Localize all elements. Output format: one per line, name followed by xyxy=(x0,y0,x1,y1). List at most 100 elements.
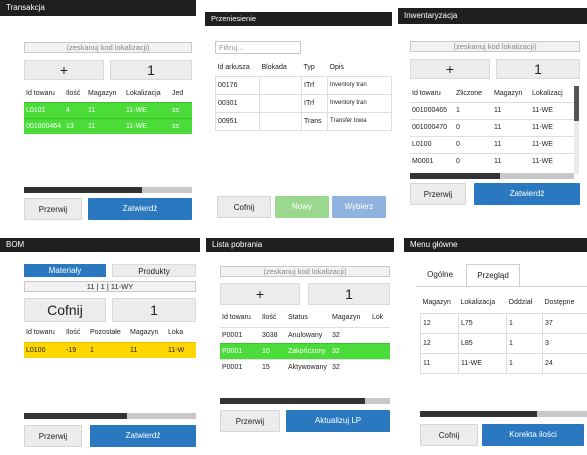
quantity-display[interactable]: 1 xyxy=(308,283,390,305)
bom-table: Id towaru Ilość Pozostałe Magazyn Loka L… xyxy=(24,324,196,358)
pick-list-table: Id towaru Ilość Status Magazyn Lok P0001… xyxy=(220,309,390,375)
tab-review[interactable]: Przegląd xyxy=(466,264,520,286)
panel-title: Menu główne xyxy=(404,238,587,252)
filter-input[interactable]: Filtruj... xyxy=(215,41,301,54)
tab-materials[interactable]: Materiały xyxy=(24,264,106,277)
progress-bar[interactable] xyxy=(24,187,192,193)
table-row[interactable]: L0100 -19 1 11 11-W xyxy=(24,341,196,358)
back-button[interactable]: Cofnij xyxy=(420,424,478,446)
table-row[interactable]: 11 11-WE 1 24 xyxy=(420,352,587,374)
column-header: Id towaru xyxy=(412,90,441,98)
bom-panel: BOM Materiały Produkty 11 | 1 | 11-WY Co… xyxy=(0,238,200,455)
progress-fill xyxy=(24,187,142,193)
column-header: Ilość xyxy=(262,314,277,322)
column-header: Id arkusza xyxy=(215,60,260,77)
column-header: Oddział xyxy=(506,293,543,314)
progress-bar[interactable] xyxy=(24,413,196,419)
tab-products[interactable]: Produkty xyxy=(112,264,196,277)
cancel-button[interactable]: Przerwij xyxy=(410,183,466,205)
menu-glowne-panel: Menu główne Ogólne Przegląd Magazyn Loka… xyxy=(404,238,587,455)
add-button[interactable]: + xyxy=(410,59,490,79)
panel-title: Lista pobrania xyxy=(206,238,394,252)
table-header: Id towaru Ilość Pozostałe Magazyn Loka xyxy=(24,324,196,342)
column-header: Magazyn xyxy=(88,90,117,98)
sheets-table: Id arkusza Blokada Typ Opis 00176 ITrf I… xyxy=(215,60,392,131)
panel-title: Przeniesienie xyxy=(205,12,392,26)
column-header: Magazyn xyxy=(130,329,159,337)
column-header: Blokada xyxy=(259,60,302,77)
table-row[interactable]: P0001 3038 Anulowany 32 xyxy=(220,326,390,343)
confirm-button[interactable]: Zatwierdź xyxy=(474,183,580,205)
location-scan-field[interactable]: (zeskanuj kod lokalizacji) xyxy=(24,42,192,53)
column-header: Dostępne xyxy=(542,293,587,314)
cancel-button[interactable]: Przerwij xyxy=(24,425,82,447)
add-button[interactable]: + xyxy=(220,283,300,305)
table-header: Id towaru Ilość Magazyn Lokalizacja Jed xyxy=(24,86,192,102)
column-header: Opis xyxy=(327,60,392,77)
progress-bar[interactable] xyxy=(220,398,390,404)
location-scan-field[interactable]: (zeskanuj kod lokalizacji) xyxy=(220,266,390,277)
add-button[interactable]: + xyxy=(24,60,104,80)
column-header: Lok xyxy=(372,314,384,322)
column-header: Lokalizacja xyxy=(458,293,507,314)
column-header: Lokalizacj xyxy=(532,90,563,98)
transakcja-panel: Transakcja (zeskanuj kod lokalizacji) + … xyxy=(0,0,196,230)
quantity-correction-button[interactable]: Korekta ilości xyxy=(482,424,584,446)
table-row[interactable]: 00176 ITrf Inventory tran xyxy=(215,75,392,95)
confirm-button[interactable]: Zatwierdź xyxy=(88,198,192,220)
location-info: 11 | 1 | 11-WY xyxy=(24,281,196,292)
table-row[interactable]: P0001 15 Aktywowany 32 xyxy=(220,358,390,375)
table-row[interactable]: L0100 0 11 11-WE xyxy=(410,135,574,153)
items-table: Id towaru Ilość Magazyn Lokalizacja Jed … xyxy=(24,86,192,134)
inwentaryzacja-panel: Inwentaryzacja (zeskanuj kod lokalizacji… xyxy=(398,8,587,234)
count-table: Id towaru Zliczone Magazyn Lokalizacj 00… xyxy=(410,86,574,170)
quantity-display[interactable]: 1 xyxy=(496,59,580,79)
column-header: Ilość xyxy=(66,90,81,98)
table-row[interactable]: 001000470 0 11 11-WE xyxy=(410,118,574,136)
tab-general[interactable]: Ogólne xyxy=(416,264,464,286)
table-row[interactable]: M0001 0 11 11-WE xyxy=(410,152,574,170)
stock-table: Magazyn Lokalizacja Oddział Dostępne 12 … xyxy=(420,293,587,374)
back-button[interactable]: Cofnij xyxy=(217,196,271,218)
confirm-button[interactable]: Zatwierdź xyxy=(90,425,196,447)
column-header: Ilość xyxy=(66,329,81,337)
column-header: Lokalizacja xyxy=(126,90,161,98)
progress-fill xyxy=(410,173,501,179)
column-header: Jed xyxy=(172,90,184,98)
panel-title: BOM xyxy=(0,238,200,252)
tab-divider xyxy=(416,286,587,287)
update-pick-list-button[interactable]: Aktualizuj LP xyxy=(286,410,390,432)
lista-pobrania-panel: Lista pobrania (zeskanuj kod lokalizacji… xyxy=(206,238,394,455)
progress-fill xyxy=(420,411,537,417)
progress-bar[interactable] xyxy=(420,411,587,417)
new-button[interactable]: Nowy xyxy=(275,196,329,218)
progress-fill xyxy=(24,413,128,419)
column-header: Magazyn xyxy=(494,90,523,98)
table-row[interactable]: 00951 Trans Transfer towa xyxy=(215,111,392,131)
column-header: Magazyn xyxy=(420,293,459,314)
panel-title: Transakcja xyxy=(0,0,196,16)
table-row[interactable]: 001000465 1 11 11-WE xyxy=(410,101,574,119)
scrollbar-thumb[interactable] xyxy=(574,86,579,122)
location-scan-field[interactable]: (zeskanuj kod lokalizacji) xyxy=(410,41,580,52)
progress-bar[interactable] xyxy=(410,173,574,179)
table-header: Id towaru Zliczone Magazyn Lokalizacj xyxy=(410,86,574,102)
table-row[interactable]: 00301 ITrf Inventory tran xyxy=(215,93,392,113)
vertical-scrollbar[interactable] xyxy=(574,86,579,174)
table-header: Id towaru Ilość Status Magazyn Lok xyxy=(220,309,390,327)
table-row[interactable]: 001000464 13 11 11-WE ss xyxy=(24,117,192,134)
table-row[interactable]: 12 L75 1 37 xyxy=(420,312,587,334)
table-header: Id arkusza Blokada Typ Opis xyxy=(215,60,392,77)
table-row[interactable]: P0001 10 Zakończony 32 xyxy=(220,342,390,359)
table-row[interactable]: 12 L85 1 3 xyxy=(420,332,587,354)
cancel-button[interactable]: Przerwij xyxy=(220,410,280,432)
table-row[interactable]: L0101 4 11 11-WE ss xyxy=(24,101,192,118)
przeniesienie-panel: Przeniesienie Filtruj... Id arkusza Blok… xyxy=(205,12,392,234)
quantity-display[interactable]: 1 xyxy=(112,298,196,322)
quantity-display[interactable]: 1 xyxy=(110,60,192,80)
cancel-button[interactable]: Przerwij xyxy=(24,198,82,220)
column-header: Id towaru xyxy=(26,90,55,98)
back-button[interactable]: Cofnij xyxy=(24,298,106,322)
choose-button[interactable]: Wybierz xyxy=(332,196,386,218)
table-header: Magazyn Lokalizacja Oddział Dostępne xyxy=(420,293,587,314)
